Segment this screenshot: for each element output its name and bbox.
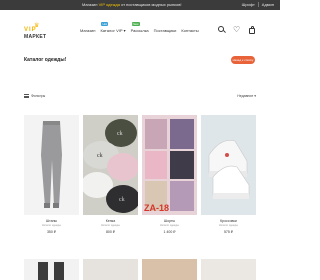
divider [257, 2, 259, 7]
nav-item-contacts[interactable]: Контакты [181, 28, 198, 33]
sort-select[interactable]: Недавние ▾ [237, 94, 256, 98]
product-card[interactable]: Штаны Каталог одежды 350 ₽ [24, 115, 79, 234]
filter-icon [24, 94, 29, 98]
product-image[interactable] [142, 259, 197, 280]
product-price: 800 ₽ [105, 230, 116, 234]
filters-toggle[interactable]: Фильтры [24, 94, 45, 98]
product-shop: Каталог одежды [219, 224, 238, 227]
svg-text:ck: ck [97, 153, 103, 159]
product-price: 1 400 ₽ [163, 230, 176, 234]
logo-vip-text: VIP [24, 27, 37, 33]
site-header: ♛ VIP МАРКЕТ Магазин Hot Каталог VIP ▾ N… [0, 10, 280, 50]
filters-label: Фильтры [31, 94, 46, 98]
product-image-cap[interactable]: ck ck ck [83, 115, 138, 215]
top-announcement-bar: Магазин VIP одежда от поставщиков модных… [0, 0, 280, 10]
product-card[interactable]: Кроссовки Каталог одежды 575 ₽ [201, 115, 256, 234]
product-price: 350 ₽ [46, 230, 57, 234]
product-shop: Каталог одежды [42, 224, 61, 227]
heart-icon[interactable]: ♡ [233, 26, 241, 34]
svg-text:ZA-18: ZA-18 [144, 203, 169, 213]
product-shop: Каталог одежды [160, 224, 179, 227]
product-grid-row-2 [24, 259, 256, 280]
product-image-pants[interactable] [24, 115, 79, 215]
new-badge: New [131, 22, 140, 26]
nav-item-catalog-vip[interactable]: Hot Каталог VIP ▾ [100, 22, 126, 33]
back-to-list-button[interactable]: Назад к списку [231, 56, 255, 64]
product-image[interactable] [83, 259, 138, 280]
bag-icon[interactable] [248, 26, 256, 34]
page-title: Каталог одежды! [24, 57, 67, 63]
nav-item-mailing[interactable]: New Рассылка [131, 22, 149, 33]
product-name[interactable]: Кепка [83, 219, 138, 223]
search-icon[interactable] [218, 26, 226, 34]
product-card[interactable]: ZA-18 Шорты Каталог одежды 1 400 ₽ [142, 115, 197, 234]
font-switch[interactable]: Шрифт [242, 2, 255, 7]
announcement-text: Магазин VIP одежда от поставщиков модных… [82, 2, 182, 7]
product-image-sneakers[interactable] [201, 115, 256, 215]
hot-badge: Hot [101, 22, 109, 26]
product-shop: Каталог одежды [101, 224, 120, 227]
logo-name-text: МАРКЕТ [24, 34, 47, 40]
svg-text:ck: ck [119, 197, 125, 203]
product-name[interactable]: Шорты [142, 219, 197, 223]
announcement-highlight[interactable]: VIP одежда [99, 2, 120, 7]
svg-text:ck: ck [117, 131, 123, 137]
product-image[interactable] [24, 259, 79, 280]
product-price: 575 ₽ [223, 230, 234, 234]
product-card[interactable]: ck ck ck Кепка Каталог одежды 800 ₽ [83, 115, 138, 234]
product-name[interactable]: Штаны [24, 219, 79, 223]
product-image-shorts[interactable]: ZA-18 [142, 115, 197, 215]
nav-item-suppliers[interactable]: Поставщики [154, 28, 177, 33]
nav-item-shop[interactable]: Магазин [80, 28, 95, 33]
account-link[interactable]: Админ [262, 2, 274, 7]
product-name[interactable]: Кроссовки [201, 219, 256, 223]
product-image[interactable] [201, 259, 256, 280]
site-logo[interactable]: ♛ VIP МАРКЕТ [24, 23, 54, 43]
main-nav: Магазин Hot Каталог VIP ▾ New Рассылка П… [80, 22, 199, 33]
